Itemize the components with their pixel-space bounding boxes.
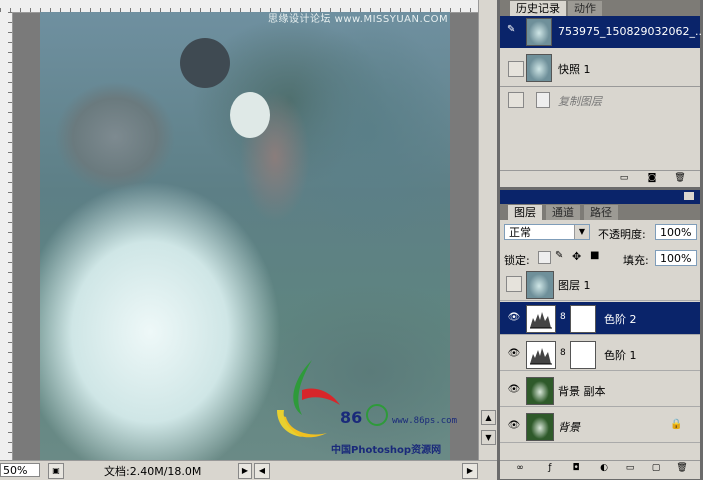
history-brush-icon[interactable]: ✎ <box>507 24 515 35</box>
layer-mask-thumbnail[interactable] <box>570 305 596 333</box>
link-layers-icon[interactable]: ∞ <box>514 463 526 474</box>
levels-adjustment-icon <box>526 341 556 369</box>
layers-panel: 图层 通道 路径 正常 ▼ 不透明度: 100% 锁定: ✎ ✥ ■ 填充: 1… <box>500 190 700 479</box>
eye-icon[interactable]: 👁 <box>507 348 521 360</box>
layer-row-levels1[interactable]: 👁 8 色阶 1 <box>500 338 700 371</box>
vertical-scrollbar[interactable]: ▲ ▼ <box>478 0 497 460</box>
canvas-image[interactable] <box>40 12 450 460</box>
layers-title-bar[interactable] <box>500 190 700 204</box>
history-divider <box>500 86 700 87</box>
groom-head <box>180 38 230 88</box>
document-size: 文档:2.40M/18.0M <box>104 465 202 478</box>
fill-label: 填充: <box>623 254 649 267</box>
blend-mode-value: 正常 <box>509 226 531 239</box>
layer-thumbnail <box>526 377 554 405</box>
wedding-dress <box>40 162 300 460</box>
layer-name: 色阶 1 <box>604 349 637 362</box>
add-mask-icon[interactable]: ◘ <box>570 463 582 474</box>
history-tabs: 历史记录 动作 <box>500 0 700 16</box>
history-toolbar: ▭ ◙ 🗑 <box>500 170 700 187</box>
scroll-down-icon[interactable]: ▼ <box>481 430 496 445</box>
eye-icon[interactable]: 👁 <box>507 420 521 432</box>
layer-name: 色阶 2 <box>604 313 637 326</box>
snapshot-icon[interactable]: ◙ <box>646 173 658 184</box>
palette-dock: 历史记录 动作 ✎ 753975_150829032062_... 快照 1 复… <box>497 0 703 479</box>
blend-mode-select[interactable]: 正常 ▼ <box>504 224 590 240</box>
trash-icon[interactable]: 🗑 <box>676 463 688 474</box>
layer-row-levels2[interactable]: 👁 8 色阶 2 <box>500 302 700 335</box>
tab-paths[interactable]: 路径 <box>584 205 618 220</box>
logo-url: www.86ps.com <box>392 416 458 426</box>
new-group-icon[interactable]: ▭ <box>624 463 636 474</box>
eye-icon[interactable]: 👁 <box>507 384 521 396</box>
new-layer-icon[interactable]: ▢ <box>650 463 662 474</box>
opacity-label: 不透明度: <box>598 228 646 241</box>
minimize-icon[interactable] <box>684 192 694 200</box>
tab-history[interactable]: 历史记录 <box>510 1 566 16</box>
86ps-logo-icon <box>277 360 340 438</box>
scroll-right-icon[interactable]: ▶ <box>462 463 478 479</box>
layer-style-icon[interactable]: ƒ <box>544 463 556 474</box>
opacity-input[interactable]: 100% <box>655 224 697 240</box>
history-panel: 历史记录 动作 ✎ 753975_150829032062_... 快照 1 复… <box>500 0 703 187</box>
layer-mask-thumbnail[interactable] <box>570 341 596 369</box>
history-item-label: 复制图层 <box>558 95 602 108</box>
levels-adjustment-icon <box>526 305 556 333</box>
history-source-checkbox[interactable] <box>508 92 524 108</box>
navigator-icon[interactable]: ▣ <box>48 463 64 479</box>
trash-icon[interactable]: 🗑 <box>674 173 686 184</box>
bride-head <box>230 92 270 138</box>
scroll-up-icon[interactable]: ▲ <box>481 410 496 425</box>
tab-channels[interactable]: 通道 <box>546 205 580 220</box>
scroll-left-icon[interactable]: ◀ <box>254 463 270 479</box>
fill-input[interactable]: 100% <box>655 250 697 266</box>
chain-link-icon[interactable]: 8 <box>560 312 566 322</box>
status-menu-arrow-icon[interactable]: ▶ <box>238 463 252 479</box>
zoom-field[interactable]: 50% <box>0 463 40 477</box>
history-item-label: 快照 1 <box>558 63 591 76</box>
lock-label: 锁定: <box>504 254 530 267</box>
history-snapshot-source[interactable]: ✎ 753975_150829032062_... <box>500 16 703 48</box>
history-step-icon <box>536 92 550 108</box>
tab-layers[interactable]: 图层 <box>508 205 542 220</box>
lock-move-icon[interactable]: ✥ <box>572 250 581 263</box>
history-step-duplicate-layer[interactable]: 复制图层 <box>500 88 700 112</box>
eye-icon[interactable]: 👁 <box>507 312 521 324</box>
layer-thumbnail <box>526 271 554 299</box>
opacity-value: 100% <box>660 226 692 239</box>
layer-row-background-copy[interactable]: 👁 背景 副本 <box>500 374 700 407</box>
watermark-text: 思缘设计论坛 www.MISSYUAN.COM <box>268 14 449 25</box>
history-thumbnail <box>526 18 552 46</box>
logo-number: 86 <box>340 408 363 427</box>
visibility-toggle[interactable] <box>506 276 522 292</box>
status-bar: 50% ▣ 文档:2.40M/18.0M ▶ ◀ ▶ <box>0 460 497 480</box>
history-thumbnail <box>526 54 552 82</box>
layers-tabs: 图层 通道 路径 <box>500 204 700 220</box>
tab-actions[interactable]: 动作 <box>568 1 602 16</box>
history-snapshot-1[interactable]: 快照 1 <box>500 52 700 84</box>
logo-caption: 中国Photoshop资源网 <box>331 445 442 456</box>
lock-icon: 🔒 <box>670 419 683 430</box>
adjustment-layer-icon[interactable]: ◐ <box>598 463 610 474</box>
fill-value: 100% <box>660 252 692 265</box>
layer-thumbnail <box>526 413 554 441</box>
layer-row-background[interactable]: 👁 背景 🔒 <box>500 410 700 443</box>
new-document-from-state-icon[interactable]: ▭ <box>618 173 630 184</box>
chevron-down-icon: ▼ <box>574 225 589 239</box>
chain-link-icon[interactable]: 8 <box>560 348 566 358</box>
history-item-label: 753975_150829032062_... <box>558 25 703 38</box>
history-source-checkbox[interactable] <box>508 61 524 77</box>
layer-name: 图层 1 <box>558 279 591 292</box>
layer-row-layer1[interactable]: 图层 1 <box>500 268 700 301</box>
lock-all-icon[interactable]: ■ <box>590 250 599 261</box>
document-window: 思缘设计论坛 www.MISSYUAN.COM 86 www.86ps.com … <box>0 0 497 480</box>
lock-paint-icon[interactable]: ✎ <box>555 250 563 261</box>
lock-transparency-icon[interactable] <box>538 251 551 264</box>
layer-name: 背景 <box>558 421 580 434</box>
logo-ps-mark <box>366 404 388 426</box>
layer-name: 背景 副本 <box>558 385 606 398</box>
vertical-ruler[interactable] <box>0 12 13 460</box>
layers-toolbar: ∞ ƒ ◘ ◐ ▭ ▢ 🗑 <box>500 460 700 477</box>
